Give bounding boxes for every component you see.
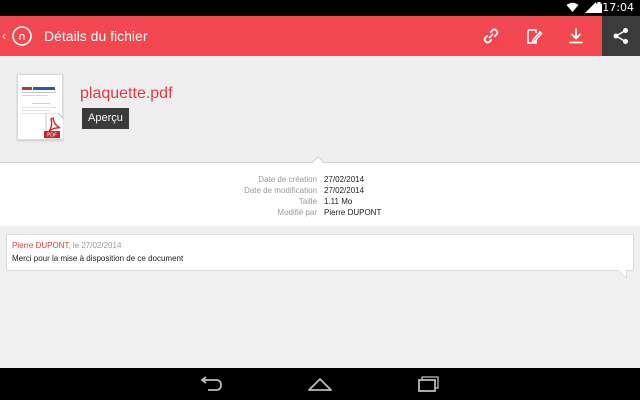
value-created: 27/02/2014 <box>324 175 365 184</box>
comment-text: Merci pour la mise à disposition de ce d… <box>12 254 184 263</box>
signal-icon <box>585 2 596 13</box>
navigation-bar <box>0 368 640 400</box>
app-logo-icon[interactable]: n <box>12 26 32 46</box>
preview-button[interactable]: Aperçu <box>82 108 129 129</box>
app-bar: ‹ n Détails du fichier <box>0 16 640 56</box>
value-size: 1.11 Mo <box>324 197 353 206</box>
label-created: Date de création <box>258 175 317 184</box>
battery-icon <box>596 2 602 13</box>
file-name: plaquette.pdf <box>80 85 173 102</box>
link-button[interactable] <box>471 16 511 56</box>
home-button[interactable] <box>300 372 340 396</box>
up-chevron-icon[interactable]: ‹ <box>2 28 6 43</box>
label-size: Taille <box>298 197 317 206</box>
status-time: 17:04 <box>602 1 634 14</box>
wifi-icon <box>566 2 579 12</box>
app-logo-letter: n <box>19 30 26 43</box>
value-modified-by: Pierre DUPONT <box>324 208 382 217</box>
recents-button[interactable] <box>409 372 449 396</box>
status-bar: 17:04 <box>0 0 640 16</box>
comment-date: , le 27/02/2014 <box>68 241 122 250</box>
share-icon <box>613 28 628 44</box>
value-modified: 27/02/2014 <box>324 186 365 195</box>
download-icon <box>569 28 583 44</box>
page-title: Détails du fichier <box>44 28 148 44</box>
download-button[interactable] <box>556 16 596 56</box>
metadata-labels: Date de création Date de modification Ta… <box>244 174 317 218</box>
comment-author: Pierre DUPONT <box>12 241 69 250</box>
comment-header: Pierre DUPONT, le 27/02/2014 <box>12 241 121 250</box>
comment-bubble[interactable]: Pierre DUPONT, le 27/02/2014 Merci pour … <box>6 234 634 271</box>
label-modified-by: Modifié par <box>277 208 317 217</box>
metadata-values: 27/02/2014 27/02/2014 1.11 Mo Pierre DUP… <box>324 174 381 218</box>
edit-button[interactable] <box>514 16 554 56</box>
label-modified: Date de modification <box>244 186 317 195</box>
pdf-badge-label: PDF <box>47 133 57 139</box>
home-icon <box>308 378 332 391</box>
file-thumbnail[interactable]: PDF <box>17 74 64 140</box>
comment-tail-fill <box>619 270 626 277</box>
share-button[interactable] <box>602 16 640 56</box>
link-icon <box>483 28 499 44</box>
edit-icon <box>527 29 543 44</box>
back-icon <box>200 376 222 391</box>
pdf-file-icon: PDF <box>44 113 64 139</box>
recents-icon <box>418 376 439 392</box>
status-icons <box>566 2 596 13</box>
back-button[interactable] <box>192 372 232 396</box>
file-header: PDF plaquette.pdf Aperçu <box>0 56 640 162</box>
